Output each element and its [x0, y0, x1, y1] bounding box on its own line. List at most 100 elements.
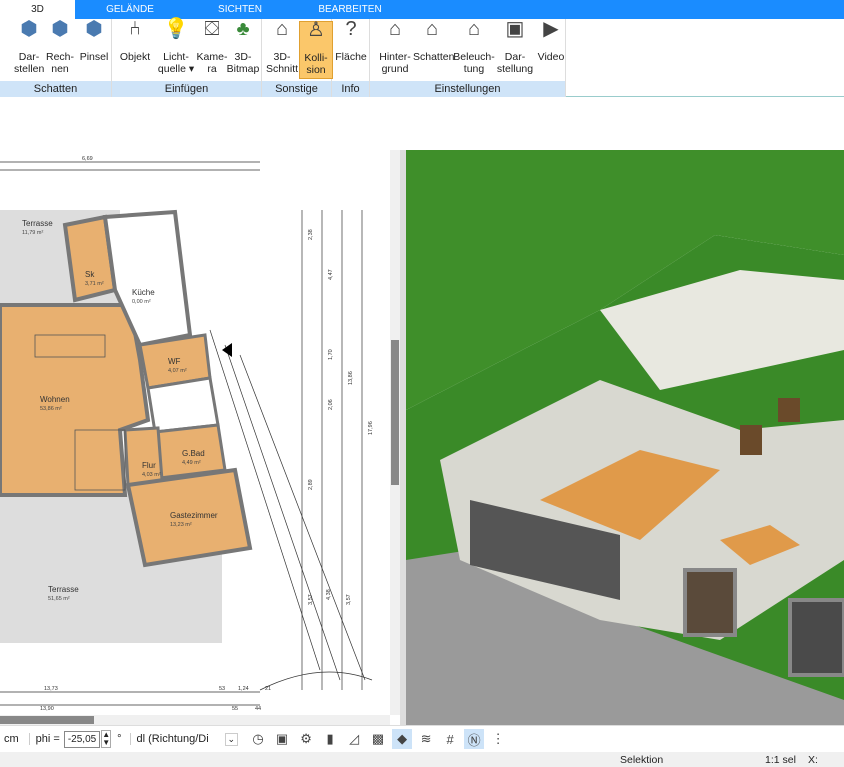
- tab-3d[interactable]: 3D: [0, 0, 75, 19]
- phi-label: phi =: [28, 733, 60, 745]
- fläche-button[interactable]: ? Fläche: [334, 19, 368, 79]
- button-label: Video: [537, 51, 565, 63]
- collision-icon: ♙: [307, 19, 325, 41]
- north-icon[interactable]: Ⓝ: [464, 729, 485, 749]
- dimension-label: 13,73: [44, 686, 58, 692]
- dimension-label: 4,38: [326, 589, 332, 600]
- dimension-label: 13,90: [40, 706, 54, 712]
- cube-display-icon: ⬢: [20, 18, 38, 40]
- house-light-icon: ⌂: [467, 18, 481, 40]
- button-label: Pinsel: [79, 51, 109, 63]
- tab-gelaende[interactable]: GELÄNDE: [75, 0, 185, 19]
- play-icon: ▶: [543, 18, 559, 40]
- house-background-icon: ⌂: [388, 18, 402, 40]
- plan-horizontal-scrollbar[interactable]: [0, 715, 390, 725]
- texture-icon[interactable]: ▩: [368, 729, 388, 749]
- solid-render-icon[interactable]: ◆: [392, 729, 413, 749]
- cube-compute-icon: ⬢: [51, 18, 69, 40]
- group-label: Einstellungen: [370, 81, 565, 97]
- dimension-label: 3,57: [308, 594, 314, 605]
- dimension-label: 3,57: [346, 594, 352, 605]
- ribbon-group-info: ? Fläche Info: [332, 19, 370, 97]
- room-label: WF: [168, 357, 181, 366]
- button-label: Kolli-: [304, 52, 328, 64]
- 3d-view[interactable]: [406, 150, 844, 725]
- dimension-label: 2,38: [308, 229, 314, 240]
- kolli-button[interactable]: ♙ Kolli-sion: [299, 19, 333, 79]
- camera-icon[interactable]: ⚙: [296, 729, 316, 749]
- tab-sichten[interactable]: SICHTEN: [185, 0, 295, 19]
- scroll-thumb[interactable]: [0, 716, 94, 724]
- room-area: 0,00 m²: [132, 299, 151, 305]
- monitor-gear-icon: ▣: [505, 18, 525, 40]
- north-arrow-icon: [222, 343, 232, 357]
- schatten-button[interactable]: ⌂ Schatten: [413, 18, 455, 79]
- 3d-button[interactable]: ♣ 3D- Bitmap: [224, 18, 262, 79]
- dimension-label: 55: [232, 706, 238, 712]
- room-area: 11,79 m²: [22, 230, 43, 236]
- monitor-icon[interactable]: ▣: [272, 729, 292, 749]
- rech-button[interactable]: ⬢ Rech-nen: [45, 18, 75, 79]
- dar-button[interactable]: ▣ Dar-stellung: [495, 18, 535, 79]
- clock-icon[interactable]: ◷: [248, 729, 268, 749]
- phi-stepper[interactable]: ▲ ▼: [101, 730, 112, 748]
- paint-icon[interactable]: ▮: [320, 729, 340, 749]
- button-label: sion: [306, 64, 326, 76]
- button-label: Beleuch-: [453, 51, 495, 63]
- ribbon: ⬢ Dar-stellen ⬢ Rech-nen ⬢ Pinsel Schatten ⑃ Obj…: [0, 19, 844, 97]
- group-label: Schatten: [0, 81, 111, 97]
- floor-plan-view[interactable]: Terrasse 11,79 m² Sk 3,71 m² Küche 0,00 m² …: [0, 150, 400, 725]
- more-icon[interactable]: ⋮: [488, 729, 508, 749]
- tab-bearbeiten[interactable]: BEARBEITEN: [295, 0, 405, 19]
- degree-label: °: [117, 733, 122, 745]
- hinter-button[interactable]: ⌂ Hinter-grund: [375, 18, 415, 79]
- group-label: Sonstige: [262, 81, 331, 97]
- button-label: Schnitt: [265, 63, 299, 75]
- grid-icon[interactable]: #: [440, 729, 460, 749]
- room-label: Terrasse: [22, 219, 53, 228]
- chevron-down-icon[interactable]: ⌄: [224, 732, 239, 746]
- dimension-label: 4,47: [328, 269, 334, 280]
- button-label: Objekt: [119, 51, 151, 63]
- splitter[interactable]: [400, 150, 406, 725]
- video-button[interactable]: ▶ Video: [537, 18, 565, 79]
- tree-icon: ♣: [236, 18, 250, 40]
- dar-button[interactable]: ⬢ Dar-stellen: [14, 18, 44, 79]
- dimension-label: 2,89: [308, 479, 314, 490]
- plan-vertical-scrollbar[interactable]: [390, 150, 400, 715]
- pinsel-button[interactable]: ⬢ Pinsel: [78, 18, 110, 79]
- room-label: Terrasse: [48, 585, 79, 594]
- dimension-label: 53: [219, 686, 225, 692]
- 3d-button[interactable]: ⌂ 3D- Schnitt: [265, 19, 299, 79]
- beleuch-button[interactable]: ⌂ Beleuch-tung: [453, 18, 495, 79]
- room-area: 4,07 m²: [168, 368, 187, 374]
- mode-select[interactable]: dl (Richtung/Di: [129, 733, 225, 745]
- chair-icon: ⑃: [129, 18, 141, 40]
- dimension-label: 44: [255, 706, 261, 712]
- room-area: 3,71 m²: [85, 281, 104, 287]
- button-label: 3D-: [273, 51, 291, 63]
- camera-icon: ⛋: [204, 18, 220, 40]
- button-label: Licht-: [163, 51, 189, 63]
- dimension-label: 1,24: [238, 686, 249, 692]
- wireframe-icon[interactable]: ◿: [344, 729, 364, 749]
- window: [740, 425, 762, 455]
- status-bar: Selektion 1:1 sel X:: [0, 752, 844, 767]
- scroll-thumb[interactable]: [391, 340, 399, 485]
- group-label: Einfügen: [112, 81, 261, 97]
- objekt-button[interactable]: ⑃ Objekt: [115, 18, 155, 79]
- button-label: Hinter-: [379, 51, 411, 63]
- licht-button[interactable]: 💡 Licht-quelle ▾: [155, 19, 197, 79]
- cube-brush-icon: ⬢: [85, 18, 103, 40]
- button-label: Schatten: [413, 51, 455, 63]
- ribbon-tabs: 3D GELÄNDE SICHTEN BEARBEITEN: [0, 0, 844, 19]
- layers-icon[interactable]: ≋: [416, 729, 436, 749]
- ribbon-group-sonstige: ⌂ 3D- Schnitt ♙ Kolli-sion Sonstige: [262, 19, 333, 97]
- dimension-label: 17,96: [368, 421, 374, 435]
- room-area: 53,86 m²: [40, 406, 62, 412]
- phi-input[interactable]: -25,05: [63, 730, 101, 748]
- status-scale: 1:1 sel: [765, 754, 796, 766]
- house-shadow-icon: ⌂: [425, 18, 439, 40]
- button-label: Rech-: [45, 51, 74, 63]
- ribbon-group-schatten: ⬢ Dar-stellen ⬢ Rech-nen ⬢ Pinsel Schatten: [0, 19, 112, 97]
